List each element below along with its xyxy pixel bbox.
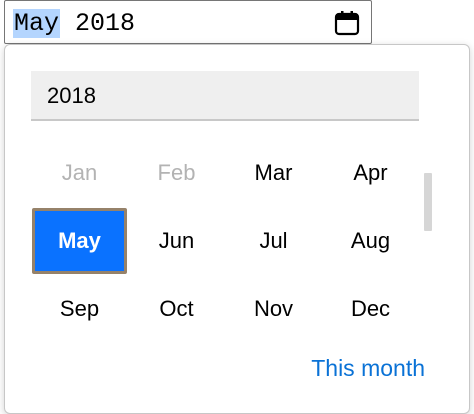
month-cell-mar[interactable]: Mar xyxy=(225,139,322,207)
month-cell-apr[interactable]: Apr xyxy=(322,139,419,207)
calendar-icon xyxy=(334,11,360,36)
month-grid-scrollbar[interactable] xyxy=(424,173,432,231)
month-cell-aug[interactable]: Aug xyxy=(322,207,419,275)
month-cell-dec[interactable]: Dec xyxy=(322,275,419,343)
month-cell-feb: Feb xyxy=(157,160,196,185)
calendar-picker-button[interactable] xyxy=(333,9,361,37)
month-cell-sep[interactable]: Sep xyxy=(31,275,128,343)
month-input[interactable]: May 2018 xyxy=(4,0,372,44)
month-segment[interactable]: May xyxy=(13,9,61,38)
month-picker-popup: 2018 Jan Feb Mar Apr May Jun Jul Aug Sep… xyxy=(4,44,470,414)
year-segment[interactable]: 2018 xyxy=(75,9,135,38)
month-cell-nov[interactable]: Nov xyxy=(225,275,322,343)
this-month-button[interactable]: This month xyxy=(311,355,425,382)
month-cell-oct[interactable]: Oct xyxy=(128,275,225,343)
month-input-value[interactable]: May 2018 xyxy=(13,9,135,38)
month-cell-jun[interactable]: Jun xyxy=(128,207,225,275)
month-cell-may[interactable]: May xyxy=(32,208,127,274)
year-selector[interactable]: 2018 xyxy=(31,71,419,121)
month-cell-jan: Jan xyxy=(61,160,98,185)
month-cell-jul[interactable]: Jul xyxy=(225,207,322,275)
year-label: 2018 xyxy=(47,83,96,108)
